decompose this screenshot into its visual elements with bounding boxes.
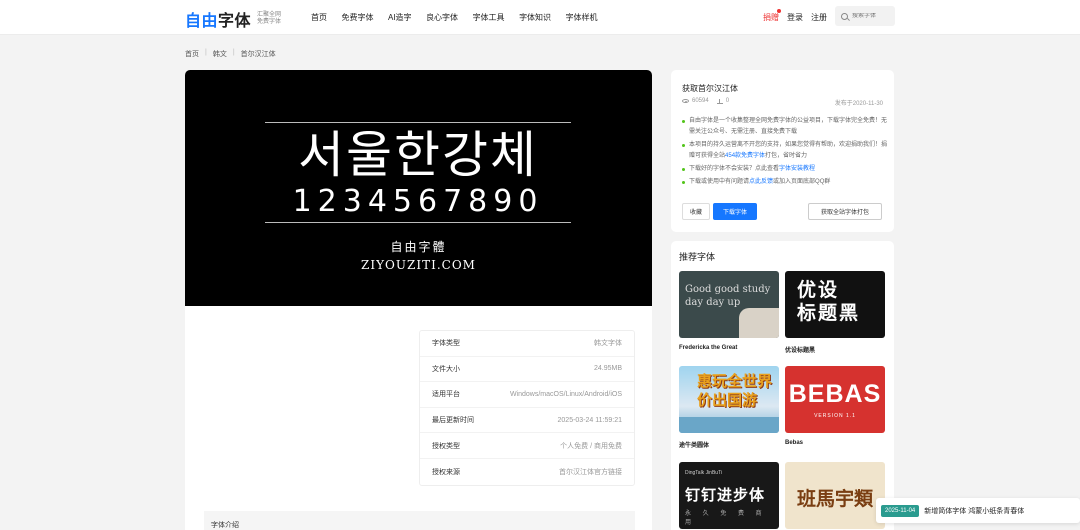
notice-text[interactable]: 新增简体字体 鸿蒙小纸条青春体 xyxy=(924,506,1024,516)
donate-badge-dot xyxy=(777,9,781,13)
breadcrumb-home[interactable]: 首页 xyxy=(185,49,199,59)
download-font-button[interactable]: 下载字体 xyxy=(713,203,757,220)
get-font-card: 获取首尔汉江体 60594 0 发布于2020-11-30 自由字体是一个收集整… xyxy=(671,70,894,232)
eye-icon xyxy=(682,99,689,103)
recommended-font-item[interactable]: 班馬宇類 xyxy=(785,462,885,529)
recommended-fonts-card: 推荐字体 Good good study day day up Frederick… xyxy=(671,241,894,530)
recommended-font-item[interactable]: DingTalk JinBuTi 钉钉进步体 永 久 免 费 商 用 xyxy=(679,462,779,529)
site-logo[interactable]: 自由字体 汇聚全网 免费字体 xyxy=(185,7,281,31)
login-link[interactable]: 登录 xyxy=(787,12,803,23)
tip-item: 下载或使用中有问题请点此反馈或加入页面底部QQ群 xyxy=(682,177,887,188)
breadcrumb: 首页 | 韩文 | 首尔汉江体 xyxy=(185,49,276,59)
tip-item: 下载好的字体不会安装？点此查看字体安装教程 xyxy=(682,164,887,175)
info-value: Windows/macOS/Linux/Android/iOS xyxy=(509,390,622,398)
recommended-title: 推荐字体 xyxy=(679,252,716,262)
info-key: 文件大小 xyxy=(432,365,460,373)
tip-item: 自由字体是一个收集整理全网免费字体的公益项目，下载字体完全免费！无需关注公众号、… xyxy=(682,116,887,138)
info-key: 适用平台 xyxy=(432,391,460,399)
tip-item: 本项目的持久运营离不开您的支持，如果您觉得有帮助，欢迎捐助我们！捐赠可获得全站4… xyxy=(682,140,887,162)
info-key: 授权来源 xyxy=(432,468,460,476)
breadcrumb-separator: | xyxy=(205,49,207,56)
logo-text: 自由字体 xyxy=(185,13,252,30)
logo-tagline: 汇聚全网 免费字体 xyxy=(257,12,282,25)
download-count: 0 xyxy=(725,98,730,104)
preview-rule-top xyxy=(265,122,571,123)
donate-link[interactable]: 捐赠 xyxy=(763,12,779,23)
info-row-platform: 适用平台 Windows/macOS/Linux/Android/iOS xyxy=(420,382,634,408)
feedback-link[interactable]: 点此反馈 xyxy=(749,179,773,185)
get-font-title: 获取首尔汉江体 xyxy=(682,84,738,93)
install-guide-link[interactable]: 字体安装教程 xyxy=(779,166,815,172)
font-name[interactable]: 优设标题黑 xyxy=(785,345,885,354)
info-value: 韩文字体 xyxy=(594,340,622,348)
favorite-button[interactable]: 收藏 xyxy=(682,203,710,220)
download-count-icon xyxy=(716,98,723,104)
font-stats: 60594 0 xyxy=(682,98,729,104)
donate-pack-link[interactable]: 454款免费字体 xyxy=(725,153,765,159)
font-detail-card: 서울한강체 1234567890 自由字體 ZIYOUZITI.COM 字体类型… xyxy=(185,70,652,530)
font-info-table: 字体类型 韩文字体 文件大小 24.95MB 适用平台 Windows/macO… xyxy=(419,330,635,486)
site-header: 自由字体 汇聚全网 免费字体 首页 免费字体 AI造字 良心字体 字体工具 字体知… xyxy=(0,0,1080,35)
tips-list: 自由字体是一个收集整理全网免费字体的公益项目，下载字体完全免费！无需关注公众号、… xyxy=(682,116,887,190)
nav-conscience-fonts[interactable]: 良心字体 xyxy=(426,12,458,23)
font-name[interactable]: Bebas xyxy=(785,440,885,446)
preview-rule-bottom xyxy=(265,222,571,223)
preview-brand-en: ZIYOUZITI.COM xyxy=(361,258,476,272)
font-name[interactable]: 途牛类圆体 xyxy=(679,440,779,449)
search-box[interactable] xyxy=(835,6,895,26)
recommended-font-item[interactable]: Good good study day day up Fredericka the… xyxy=(679,271,779,351)
publish-date: 发布于2020-11-30 xyxy=(834,101,883,107)
nav-home[interactable]: 首页 xyxy=(311,12,327,23)
info-row-updated: 最后更新时间 2025-03-24 11:59:21 xyxy=(420,408,634,434)
info-row-type: 字体类型 韩文字体 xyxy=(420,331,634,357)
register-link[interactable]: 注册 xyxy=(811,12,827,23)
info-row-size: 文件大小 24.95MB xyxy=(420,357,634,383)
search-icon xyxy=(841,12,848,20)
preview-brand-cn: 自由字體 xyxy=(390,240,447,254)
info-value: 2025-03-24 11:59:21 xyxy=(557,416,622,424)
intro-heading: 字体介绍 xyxy=(211,522,239,529)
recommended-font-item[interactable]: 优设 标题黑 优设标题黑 xyxy=(785,271,885,354)
font-thumbnail[interactable]: 惠玩全世界 价出国游 xyxy=(679,366,779,433)
info-value: 24.95MB xyxy=(593,365,622,373)
view-count: 60594 xyxy=(692,98,709,104)
nav-font-mockups[interactable]: 字体样机 xyxy=(566,12,598,23)
info-row-source: 授权来源 首尔汉江体官方链接 xyxy=(420,459,634,485)
get-all-fonts-button[interactable]: 获取全站字体打包 xyxy=(808,203,882,220)
info-key: 最后更新时间 xyxy=(432,417,474,425)
info-value: 个人免费 / 商用免费 xyxy=(560,442,622,450)
font-thumbnail[interactable]: 优设 标题黑 xyxy=(785,271,885,338)
font-thumbnail[interactable]: BEBAS VERSION 1.1 xyxy=(785,366,885,433)
info-row-license: 授权类型 个人免费 / 商用免费 xyxy=(420,433,634,459)
recommended-font-item[interactable]: 惠玩全世界 价出国游 途牛类圆体 xyxy=(679,366,779,449)
breadcrumb-separator: | xyxy=(232,49,235,56)
font-thumbnail[interactable]: DingTalk JinBuTi 钉钉进步体 永 久 免 费 商 用 xyxy=(679,462,779,529)
font-name[interactable]: Fredericka the Great xyxy=(679,345,779,351)
notice-date-badge: 2025-11-04 xyxy=(881,504,920,517)
header-actions: 捐赠 登录 注册 xyxy=(740,6,1080,32)
nav-ai-font[interactable]: AI造字 xyxy=(388,12,412,23)
breadcrumb-current: 首尔汉江体 xyxy=(240,51,276,58)
info-key: 授权类型 xyxy=(432,442,460,450)
preview-korean-text: 서울한강체 xyxy=(298,126,538,184)
nav-font-knowledge[interactable]: 字体知识 xyxy=(519,12,551,23)
font-thumbnail[interactable]: 班馬宇類 xyxy=(785,462,885,529)
font-intro-section: 字体介绍 xyxy=(204,511,635,530)
info-key: 字体类型 xyxy=(432,340,460,348)
nav-font-tools[interactable]: 字体工具 xyxy=(473,12,505,23)
info-value-link[interactable]: 首尔汉江体官方链接 xyxy=(559,467,622,477)
main-nav: 首页 免费字体 AI造字 良心字体 字体工具 字体知识 字体样机 xyxy=(311,12,612,23)
search-input[interactable] xyxy=(852,13,892,19)
nav-free-fonts[interactable]: 免费字体 xyxy=(342,12,374,23)
breadcrumb-category[interactable]: 韩文 xyxy=(213,49,227,59)
font-preview-image: 서울한강체 1234567890 自由字體 ZIYOUZITI.COM xyxy=(185,70,652,306)
font-thumbnail[interactable]: Good good study day day up xyxy=(679,271,779,338)
recommended-font-item[interactable]: BEBAS VERSION 1.1 Bebas xyxy=(785,366,885,446)
update-notice[interactable]: 2025-11-04 新增简体字体 鸿蒙小纸条青春体 xyxy=(876,498,1080,523)
preview-number-text: 1234567890 xyxy=(292,184,544,219)
